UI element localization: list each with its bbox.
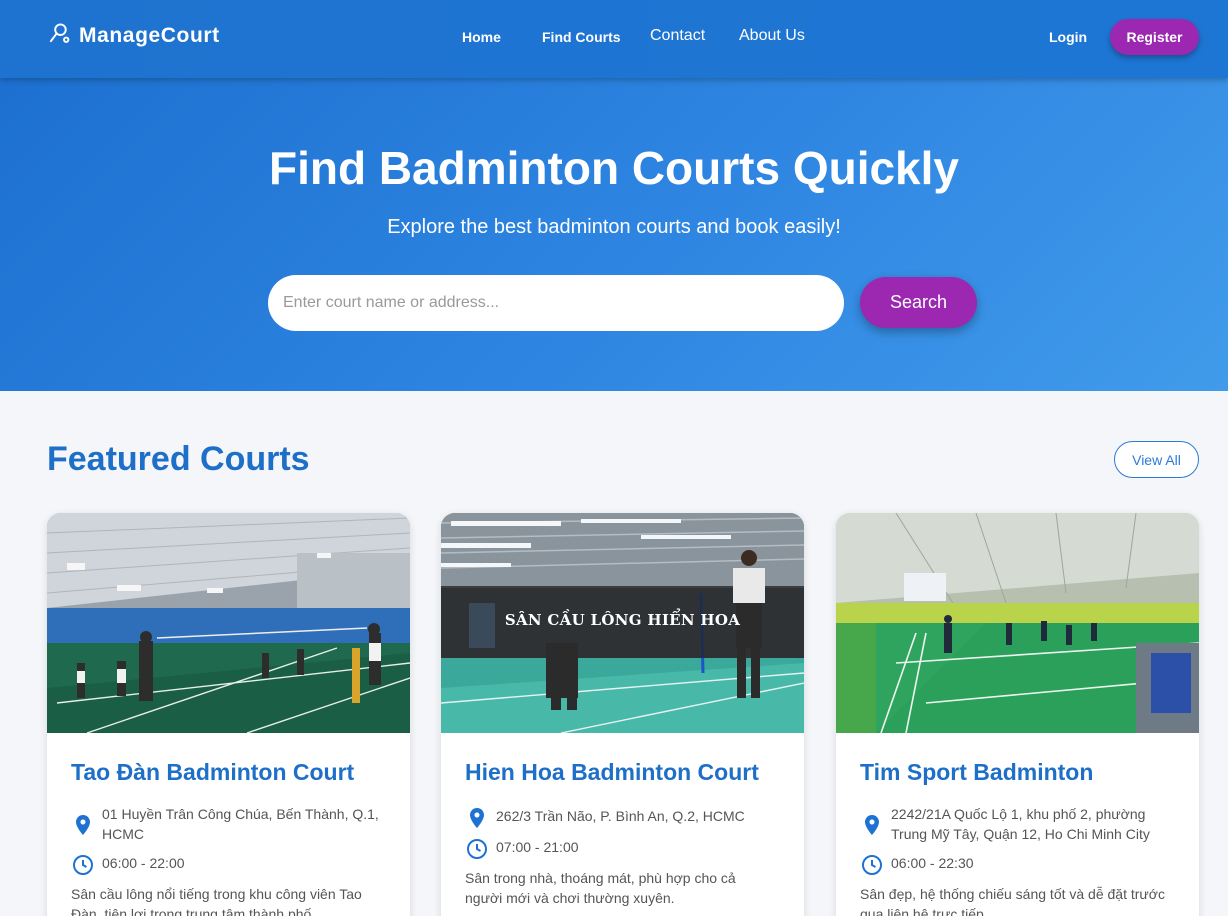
court-description: Sân trong nhà, thoáng mát, phù hợp cho c…: [465, 870, 736, 906]
nav-contact[interactable]: Contact: [650, 27, 705, 45]
court-hours-row: 06:00 - 22:30: [860, 853, 974, 877]
clock-icon: [860, 853, 884, 877]
search-input[interactable]: [268, 275, 844, 331]
court-image-caption: SÂN CẦU LÔNG HIỂN HOA: [504, 611, 741, 629]
main-nav: Home Find Courts Contact About Us: [0, 26, 1228, 50]
nav-find-courts[interactable]: Find Courts: [542, 29, 621, 45]
court-hours: 07:00 - 21:00: [496, 839, 579, 855]
location-pin-icon: [860, 813, 884, 837]
court-card[interactable]: SÂN CẦU LÔNG HIỂN HOA Hien Hoa Badminton…: [441, 513, 804, 916]
court-name: Tim Sport Badminton: [860, 759, 1094, 785]
court-description: Sân cầu lông nổi tiếng trong khu công vi…: [71, 886, 362, 916]
court-hours-row: 07:00 - 21:00: [465, 837, 579, 861]
court-address-row: 01 Huyền Trân Công Chúa, Bến Thành, Q.1,…: [71, 804, 387, 844]
court-image: SÂN CẦU LÔNG HIỂN HOA: [441, 513, 804, 733]
court-card[interactable]: Tao Đàn Badminton Court 01 Huyền Trân Cô…: [47, 513, 410, 916]
court-address: 01 Huyền Trân Công Chúa, Bến Thành, Q.1,…: [102, 806, 379, 842]
clock-icon: [465, 837, 489, 861]
register-button[interactable]: Register: [1110, 19, 1199, 55]
featured-courts-title: Featured Courts: [47, 440, 310, 478]
search-button[interactable]: Search: [860, 277, 977, 328]
court-address: 2242/21A Quốc Lộ 1, khu phố 2, phường Tr…: [891, 806, 1150, 842]
court-address-row: 2242/21A Quốc Lộ 1, khu phố 2, phường Tr…: [860, 804, 1181, 844]
court-hours: 06:00 - 22:00: [102, 855, 185, 871]
hero-section: Find Badminton Courts Quickly Explore th…: [0, 78, 1228, 391]
nav-about-us[interactable]: About Us: [739, 27, 805, 45]
court-image: [836, 513, 1199, 733]
court-address: 262/3 Trần Não, P. Bình An, Q.2, HCMC: [496, 808, 745, 824]
court-image: [47, 513, 410, 733]
location-pin-icon: [465, 806, 489, 830]
court-name: Hien Hoa Badminton Court: [465, 759, 759, 785]
view-all-button[interactable]: View All: [1114, 441, 1199, 478]
clock-icon: [71, 853, 95, 877]
court-address-row: 262/3 Trần Não, P. Bình An, Q.2, HCMC: [465, 806, 745, 830]
court-card[interactable]: Tim Sport Badminton 2242/21A Quốc Lộ 1, …: [836, 513, 1199, 916]
court-description: Sân đẹp, hệ thống chiếu sáng tốt và dễ đ…: [860, 886, 1165, 916]
top-navbar: ManageCourt Home Find Courts Contact Abo…: [0, 0, 1228, 78]
hero-title: Find Badminton Courts Quickly: [268, 142, 960, 194]
court-hours-row: 06:00 - 22:00: [71, 853, 185, 877]
nav-home[interactable]: Home: [462, 29, 501, 45]
location-pin-icon: [71, 813, 95, 837]
court-name: Tao Đàn Badminton Court: [71, 759, 355, 785]
login-link[interactable]: Login: [1049, 29, 1087, 45]
court-hours: 06:00 - 22:30: [891, 855, 974, 871]
hero-subtitle: Explore the best badminton courts and bo…: [387, 216, 841, 238]
